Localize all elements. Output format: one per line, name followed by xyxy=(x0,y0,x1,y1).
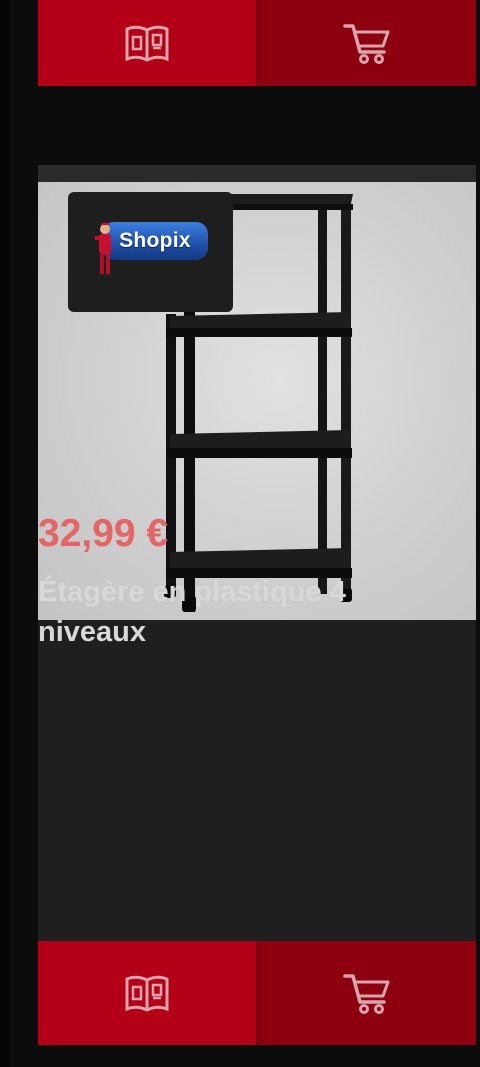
product-actions xyxy=(38,941,476,1045)
add-to-cart-button[interactable] xyxy=(258,0,476,86)
catalog-button[interactable] xyxy=(38,0,258,86)
previous-product-actions xyxy=(38,0,476,86)
mascot-icon xyxy=(95,222,112,277)
open-book-icon xyxy=(123,21,171,65)
shop-logo-text: Shopix xyxy=(119,229,191,252)
shopping-cart-icon xyxy=(342,20,392,66)
card-top-band xyxy=(38,165,476,182)
product-price: 32,99 € xyxy=(38,512,169,555)
catalog-button[interactable] xyxy=(38,941,258,1045)
add-to-cart-button[interactable] xyxy=(258,941,476,1045)
shop-logo: Shopix xyxy=(102,222,208,260)
left-edge xyxy=(0,0,10,1067)
shopping-cart-icon xyxy=(342,970,392,1016)
shop-badge: Shopix xyxy=(68,192,233,312)
product-title[interactable]: Étagère en plastique 4 niveaux xyxy=(38,572,418,652)
page: Shopix 32,99 € Étagère en plastique 4 ni… xyxy=(0,0,480,1067)
open-book-icon xyxy=(123,971,171,1015)
